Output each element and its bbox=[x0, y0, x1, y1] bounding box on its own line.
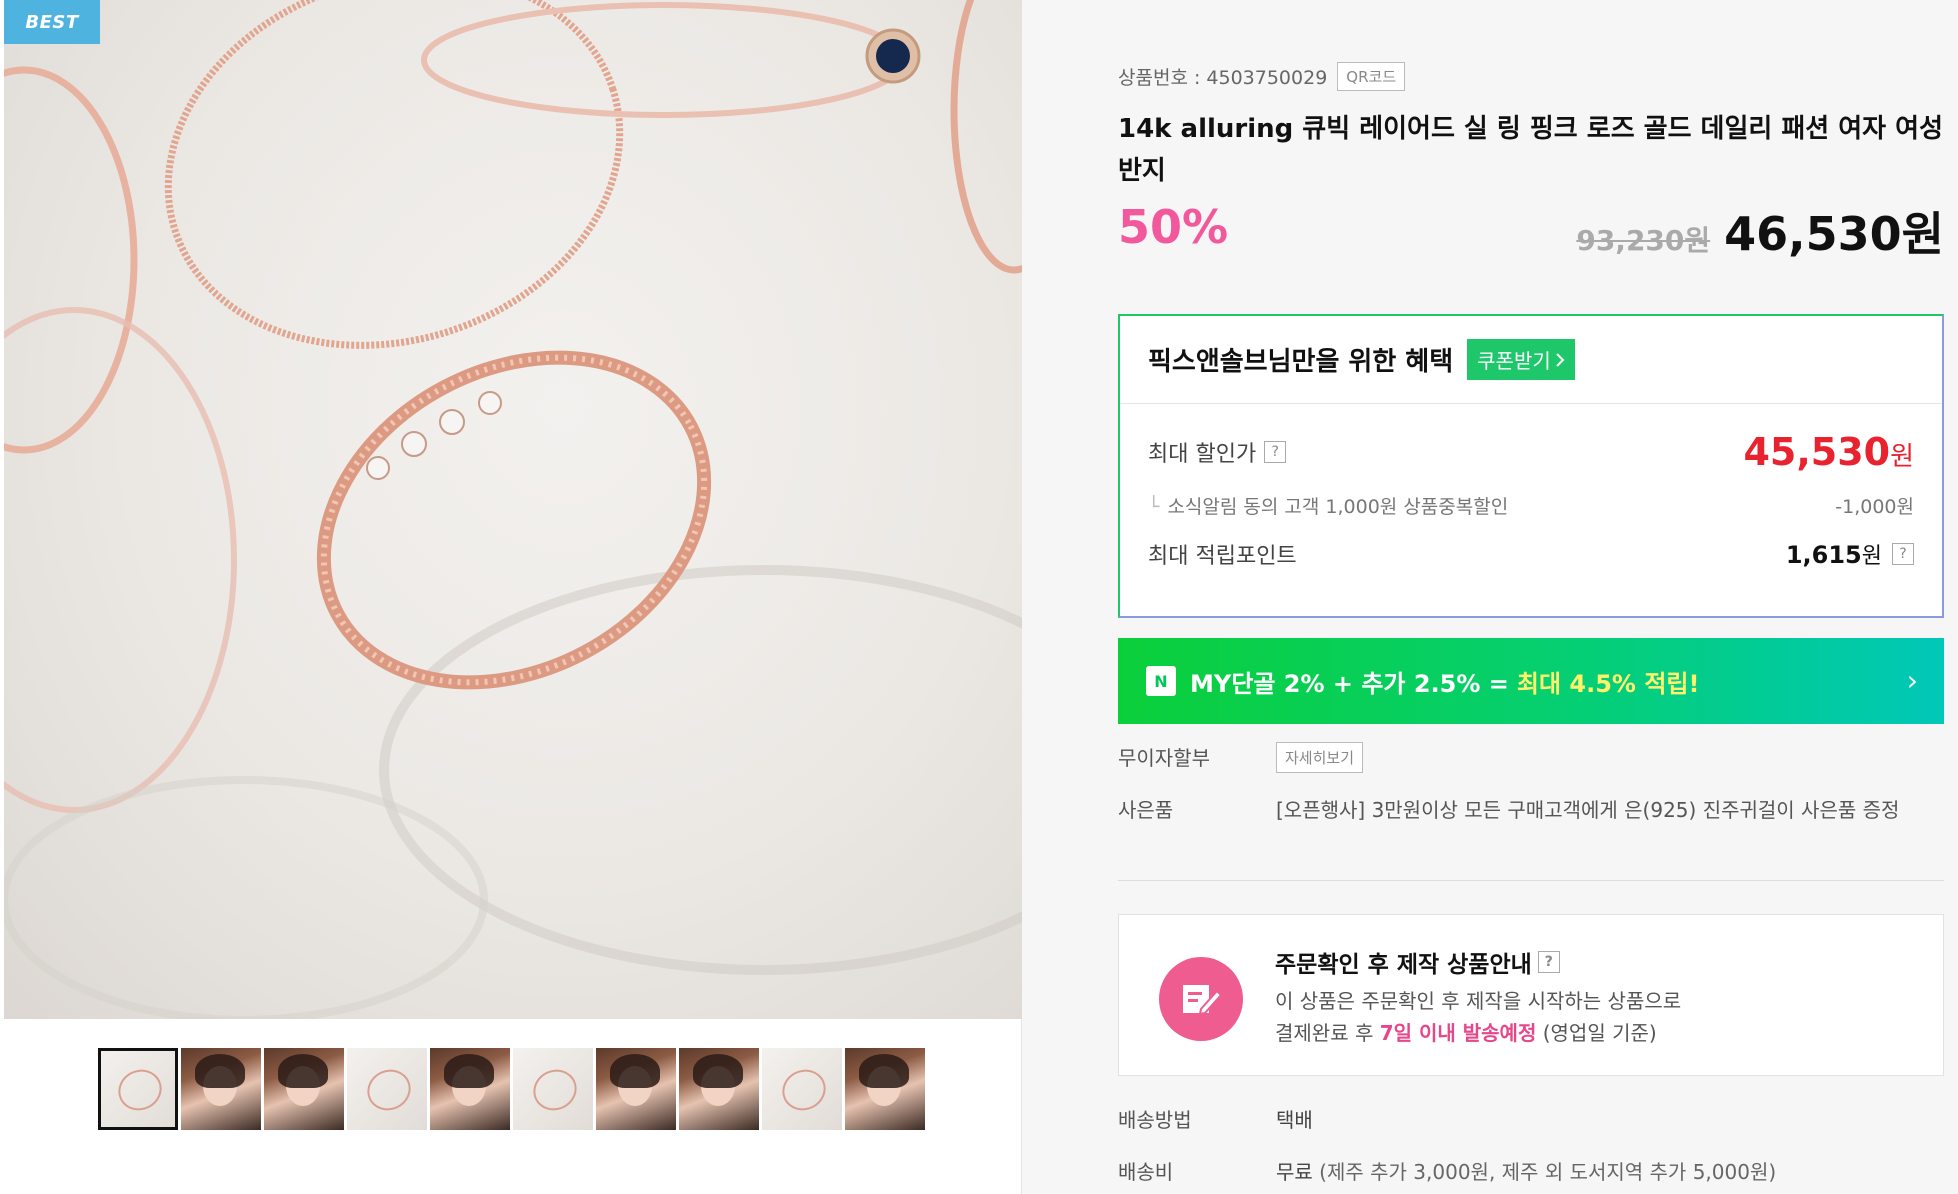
benefit-title: 픽스앤솔브님만을 위한 혜택 bbox=[1148, 347, 1454, 377]
shipping-fee-note: (제주 추가 3,000원, 제주 외 도서지역 추가 5,000원) bbox=[1319, 1160, 1777, 1184]
my-banner-text: MY단골 2% + 추가 2.5% = bbox=[1190, 669, 1509, 698]
member-benefit-box: 픽스앤솔브님만을 위한 혜택 쿠폰받기 최대 할인가 ? 45,530원 └ 소식… bbox=[1118, 314, 1944, 618]
sub-discount-value: -1,000원 bbox=[1835, 496, 1914, 518]
edit-note-icon bbox=[1159, 957, 1243, 1041]
made-description-line2: 결제완료 후 7일 이내 발송예정 (영업일 기준) bbox=[1275, 1017, 1657, 1046]
product-number: 상품번호 : 4503750029 QR코드 bbox=[1118, 62, 1406, 91]
thumbnail-2[interactable] bbox=[181, 1048, 261, 1130]
my-banner-highlight: 최대 4.5% 적립! bbox=[1516, 669, 1700, 698]
sub-discount-text: 소식알림 동의 고객 1,000원 상품중복할인 bbox=[1167, 496, 1509, 518]
thumbnail-5[interactable] bbox=[430, 1048, 510, 1130]
sub-discount-row: └ 소식알림 동의 고객 1,000원 상품중복할인 -1,000원 bbox=[1148, 492, 1914, 519]
gift-description: [오픈행사] 3만원이상 모든 구매고객에게 은(925) 진주귀걸이 사은품 … bbox=[1276, 798, 1900, 822]
made-description-line1: 이 상품은 주문확인 후 제작을 시작하는 상품으로 bbox=[1275, 989, 1682, 1013]
thumbnail-4[interactable] bbox=[347, 1048, 427, 1130]
help-icon[interactable]: ? bbox=[1264, 441, 1287, 463]
thumbnail-strip bbox=[98, 1048, 925, 1130]
shipping-fee-value: 무료 bbox=[1276, 1160, 1313, 1184]
thumbnail-7[interactable] bbox=[596, 1048, 676, 1130]
shipping-fee-label: 배송비 bbox=[1118, 1160, 1174, 1184]
made-line2-suffix: (영업일 기준) bbox=[1542, 1021, 1657, 1045]
tree-branch-icon: └ bbox=[1148, 496, 1160, 518]
product-number-text: 상품번호 : 4503750029 bbox=[1118, 67, 1328, 89]
shipping-method-label: 배송방법 bbox=[1118, 1108, 1192, 1132]
shipping-method-value: 택배 bbox=[1276, 1108, 1313, 1132]
max-discount-label: 최대 할인가 bbox=[1148, 442, 1257, 467]
point-unit: 원 bbox=[1861, 544, 1882, 569]
coupon-button-label: 쿠폰받기 bbox=[1477, 349, 1551, 373]
installment-label: 무이자할부 bbox=[1118, 746, 1210, 770]
shipping-fee-row: 배송비 무료 (제주 추가 3,000원, 제주 외 도서지역 추가 5,000… bbox=[1118, 1156, 1776, 1185]
benefit-header: 픽스앤솔브님만을 위한 혜택 쿠폰받기 bbox=[1120, 316, 1942, 404]
section-divider bbox=[1118, 880, 1944, 881]
get-coupon-button[interactable]: 쿠폰받기 bbox=[1467, 339, 1575, 380]
max-discount-price: 45,530원 bbox=[1743, 430, 1914, 474]
product-info-panel: 상품번호 : 4503750029 QR코드 14k alluring 큐빅 레… bbox=[1118, 0, 1944, 1194]
thumbnail-8[interactable] bbox=[679, 1048, 759, 1130]
made-help-icon[interactable]: ? bbox=[1537, 951, 1560, 973]
price-block: 93,230원 46,530원 bbox=[1576, 198, 1944, 264]
max-point-value: 1,615원 ? bbox=[1786, 538, 1914, 570]
product-title: 14k alluring 큐빅 레이어드 실 링 핑크 로즈 골드 데일리 패션… bbox=[1118, 114, 1943, 186]
shipping-deadline: 7일 이내 발송예정 bbox=[1379, 1021, 1537, 1045]
made-to-order-title: 주문확인 후 제작 상품안내 ? bbox=[1275, 945, 1560, 979]
thumbnail-10[interactable] bbox=[845, 1048, 925, 1130]
sale-price: 46,530원 bbox=[1724, 207, 1944, 261]
thumbnail-3[interactable] bbox=[264, 1048, 344, 1130]
point-help-icon[interactable]: ? bbox=[1892, 543, 1914, 565]
original-price: 93,230원 bbox=[1576, 224, 1711, 257]
my-dangol-banner[interactable]: N MY단골 2% + 추가 2.5% = 최대 4.5% 적립! › bbox=[1118, 638, 1944, 724]
chevron-right-icon: › bbox=[1906, 664, 1918, 697]
gift-label: 사은품 bbox=[1118, 798, 1174, 822]
thumbnail-9[interactable] bbox=[762, 1048, 842, 1130]
max-point-label: 최대 적립포인트 bbox=[1148, 544, 1297, 569]
installment-row: 무이자할부 자세히보기 bbox=[1118, 742, 1364, 773]
point-number: 1,615 bbox=[1785, 541, 1862, 569]
max-discount-value: 45,530 bbox=[1743, 430, 1891, 474]
product-gallery: BEST bbox=[0, 0, 1022, 1194]
made-to-order-notice: 주문확인 후 제작 상품안내 ? 이 상품은 주문확인 후 제작을 시작하는 상… bbox=[1118, 914, 1944, 1076]
max-point-row: 최대 적립포인트 1,615원 ? bbox=[1148, 538, 1914, 570]
chevron-right-icon bbox=[1556, 352, 1565, 367]
made-title-text: 주문확인 후 제작 상품안내 bbox=[1275, 952, 1532, 978]
currency-unit: 원 bbox=[1890, 442, 1914, 472]
ring-photo-illustration bbox=[4, 0, 1022, 1019]
shipping-method-row: 배송방법 택배 bbox=[1118, 1104, 1313, 1133]
installment-detail-button[interactable]: 자세히보기 bbox=[1276, 742, 1364, 773]
thumbnail-1[interactable] bbox=[98, 1048, 178, 1130]
best-badge: BEST bbox=[4, 0, 100, 44]
made-line2-prefix: 결제완료 후 bbox=[1275, 1021, 1374, 1045]
qr-code-button[interactable]: QR코드 bbox=[1337, 62, 1406, 91]
gift-row: 사은품 [오픈행사] 3만원이상 모든 구매고객에게 은(925) 진주귀걸이 … bbox=[1118, 794, 1936, 826]
discount-rate: 50% bbox=[1118, 200, 1229, 254]
max-discount-row: 최대 할인가 ? 45,530원 bbox=[1148, 430, 1914, 474]
thumbnail-6[interactable] bbox=[513, 1048, 593, 1130]
naver-n-icon: N bbox=[1146, 666, 1176, 696]
main-product-image[interactable] bbox=[4, 0, 1022, 1019]
sub-discount-label: └ 소식알림 동의 고객 1,000원 상품중복할인 bbox=[1148, 492, 1508, 519]
